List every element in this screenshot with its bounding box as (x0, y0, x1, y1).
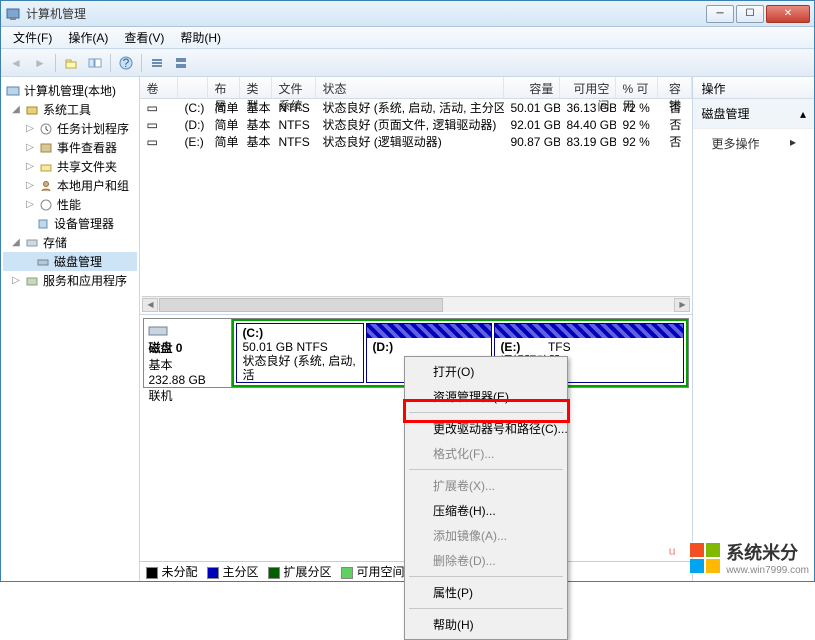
view-detail-button[interactable] (170, 52, 192, 74)
col-percent[interactable]: % 可用 (616, 77, 658, 98)
tree-label: 系统工具 (43, 101, 91, 118)
brand-url: www.win7999.com (726, 565, 809, 576)
tree-event-viewer[interactable]: ▷事件查看器 (3, 138, 137, 157)
col-filesystem[interactable]: 文件系统 (272, 77, 316, 98)
menu-format: 格式化(F)... (407, 441, 565, 466)
forward-button: ► (29, 52, 51, 74)
tree-label: 任务计划程序 (57, 120, 129, 137)
disk-icon (148, 323, 168, 337)
brand-name: 系统米分 (726, 539, 798, 565)
back-button: ◄ (5, 52, 27, 74)
tree-label: 存储 (43, 234, 67, 251)
col-fault[interactable]: 容错 (658, 77, 692, 98)
svg-text:?: ? (123, 56, 130, 70)
tree-local-users[interactable]: ▷本地用户和组 (3, 176, 137, 195)
chevron-right-icon: ▸ (790, 135, 796, 152)
tree-services-apps[interactable]: ▷服务和应用程序 (3, 271, 137, 290)
help-button[interactable]: ? (115, 52, 137, 74)
tree-storage[interactable]: ◢存储 (3, 233, 137, 252)
volume-table: ▭(C:)简单基本NTFS状态良好 (系统, 启动, 活动, 主分区)50.01… (140, 99, 692, 294)
partition-c[interactable]: (C:)50.01 GB NTFS状态良好 (系统, 启动, 活 (236, 323, 364, 383)
scroll-left-button[interactable]: ◀ (142, 298, 158, 312)
scrollbar-thumb[interactable] (159, 298, 443, 312)
view-list-button[interactable] (146, 52, 168, 74)
col-capacity[interactable]: 容量 (504, 77, 560, 98)
tree-label: 设备管理器 (54, 215, 114, 232)
menu-file[interactable]: 文件(F) (5, 27, 60, 48)
menu-action[interactable]: 操作(A) (60, 27, 116, 48)
tree-task-scheduler[interactable]: ▷任务计划程序 (3, 119, 137, 138)
menu-properties[interactable]: 属性(P) (407, 580, 565, 605)
menu-extend: 扩展卷(X)... (407, 473, 565, 498)
close-button[interactable]: ✕ (766, 5, 810, 23)
brand-logo-icon (690, 543, 720, 573)
tree-label: 磁盘管理 (54, 253, 102, 270)
show-hide-console-button[interactable] (84, 52, 106, 74)
col-free[interactable]: 可用空间 (560, 77, 616, 98)
actions-more[interactable]: 更多操作▸ (693, 129, 814, 158)
tree-system-tools[interactable]: ◢系统工具 (3, 100, 137, 119)
menu-help[interactable]: 帮助(H) (407, 612, 565, 637)
legend-unallocated: 未分配 (161, 565, 197, 579)
disk-size: 232.88 GB (148, 373, 227, 387)
col-type[interactable]: 类型 (240, 77, 272, 98)
tree-label: 本地用户和组 (57, 177, 129, 194)
app-icon (5, 6, 21, 22)
menu-help[interactable]: 帮助(H) (172, 27, 229, 48)
window-title: 计算机管理 (26, 5, 706, 22)
tree-label: 共享文件夹 (57, 158, 117, 175)
tree-device-manager[interactable]: 设备管理器 (3, 214, 137, 233)
nav-tree: 计算机管理(本地) ◢系统工具 ▷任务计划程序 ▷事件查看器 ▷共享文件夹 ▷本… (1, 77, 140, 581)
tree-root[interactable]: 计算机管理(本地) (3, 81, 137, 100)
disk-name: 磁盘 0 (148, 339, 227, 356)
site-brand: 系统米分www.win7999.com (690, 539, 809, 576)
toolbar: ◄ ► ? (1, 49, 814, 77)
tree-performance[interactable]: ▷性能 (3, 195, 137, 214)
up-button[interactable] (60, 52, 82, 74)
actions-header: 操作 (693, 77, 814, 99)
minimize-button[interactable]: ─ (706, 5, 734, 23)
actions-section[interactable]: 磁盘管理▴ (693, 99, 814, 129)
tree-label: 服务和应用程序 (43, 272, 127, 289)
menu-view[interactable]: 查看(V) (116, 27, 172, 48)
disk-state: 联机 (148, 387, 227, 404)
actions-panel: 操作 磁盘管理▴ 更多操作▸ (692, 77, 814, 581)
tree-disk-management[interactable]: 磁盘管理 (3, 252, 137, 271)
tutorial-highlight (403, 399, 570, 423)
tree-label: 事件查看器 (57, 139, 117, 156)
tree-label: 性能 (57, 196, 81, 213)
horizontal-scrollbar[interactable]: ◀ ▶ (142, 296, 690, 312)
menubar: 文件(F) 操作(A) 查看(V) 帮助(H) (1, 27, 814, 49)
tree-label: 计算机管理(本地) (24, 82, 116, 99)
collapse-icon: ▴ (800, 107, 806, 121)
col-volume[interactable]: 卷 (140, 77, 178, 98)
col-layout[interactable]: 布局 (208, 77, 240, 98)
tree-shared-folders[interactable]: ▷共享文件夹 (3, 157, 137, 176)
disk-kind: 基本 (148, 356, 227, 373)
col-status[interactable]: 状态 (316, 77, 504, 98)
legend-extended: 扩展分区 (283, 565, 331, 579)
table-row[interactable]: ▭(C:)简单基本NTFS状态良好 (系统, 启动, 活动, 主分区)50.01… (140, 99, 692, 116)
legend-primary: 主分区 (222, 565, 258, 579)
table-row[interactable]: ▭(E:)简单基本NTFS状态良好 (逻辑驱动器)90.87 GB83.19 G… (140, 133, 692, 150)
scroll-right-button[interactable]: ▶ (674, 298, 690, 312)
maximize-button[interactable]: ☐ (736, 5, 764, 23)
legend-free: 可用空间 (356, 565, 404, 579)
menu-shrink[interactable]: 压缩卷(H)... (407, 498, 565, 523)
menu-open[interactable]: 打开(O) (407, 359, 565, 384)
menu-add-mirror: 添加镜像(A)... (407, 523, 565, 548)
disk-info-panel[interactable]: 磁盘 0 基本 232.88 GB 联机 (144, 319, 232, 387)
titlebar: 计算机管理 ─ ☐ ✕ (1, 1, 814, 27)
table-row[interactable]: ▭(D:)简单基本NTFS状态良好 (页面文件, 逻辑驱动器)92.01 GB8… (140, 116, 692, 133)
table-header: 卷 布局 类型 文件系统 状态 容量 可用空间 % 可用 容错 (140, 77, 692, 99)
menu-delete: 删除卷(D)... (407, 548, 565, 573)
